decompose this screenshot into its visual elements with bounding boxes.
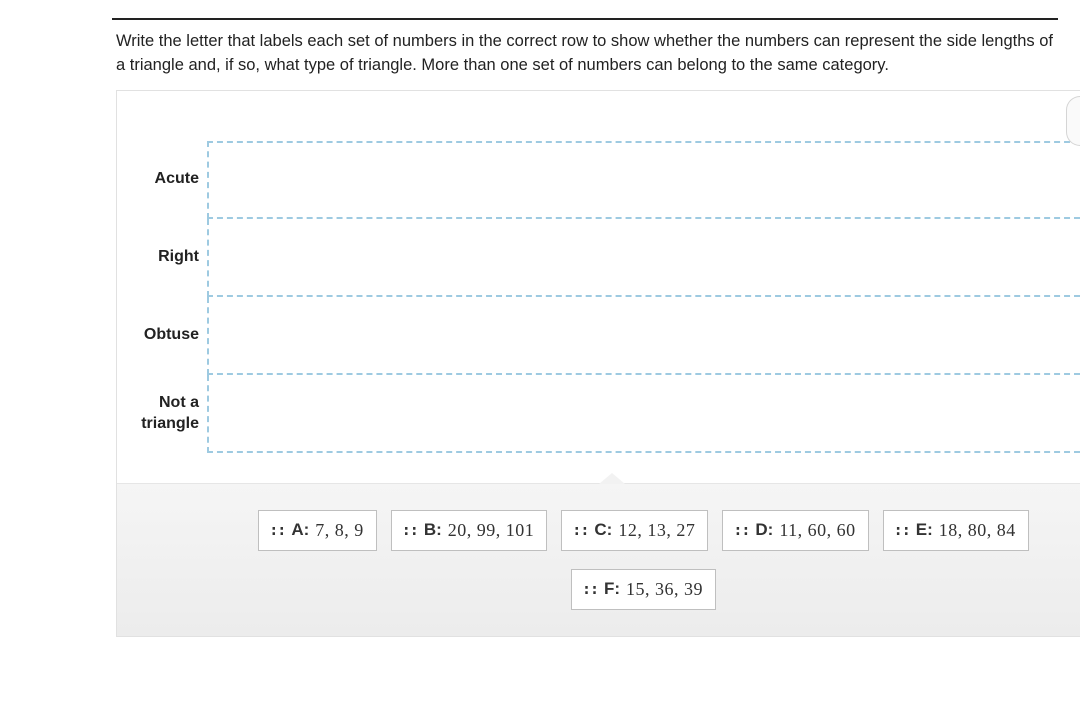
row-right: Right xyxy=(117,219,1080,297)
row-label-not-triangle-l1: Not a xyxy=(159,394,199,411)
chip-f[interactable]: :: F: 15, 36, 39 xyxy=(571,569,716,610)
chip-e[interactable]: :: E: 18, 80, 84 xyxy=(883,510,1029,551)
chip-letter: C: xyxy=(594,520,612,540)
row-label-obtuse: Obtuse xyxy=(117,297,207,375)
drag-handle-icon: :: xyxy=(733,521,749,539)
dropzone-right[interactable] xyxy=(207,219,1080,297)
drag-handle-icon: :: xyxy=(582,580,598,598)
chip-tray: :: A: 7, 8, 9 :: B: 20, 99, 101 :: C: 12… xyxy=(117,483,1080,636)
chip-c[interactable]: :: C: 12, 13, 27 xyxy=(561,510,708,551)
chip-letter: E: xyxy=(916,520,933,540)
chip-numbers: 20, 99, 101 xyxy=(448,520,535,541)
chip-numbers: 12, 13, 27 xyxy=(618,520,695,541)
chip-letter: A: xyxy=(291,520,309,540)
drag-handle-icon: :: xyxy=(402,521,418,539)
activity-panel: Acute Right Obtuse Not a triangle xyxy=(116,90,1080,637)
drag-handle-icon: :: xyxy=(894,521,910,539)
chip-b[interactable]: :: B: 20, 99, 101 xyxy=(391,510,548,551)
question-prompt: Write the letter that labels each set of… xyxy=(116,30,1055,78)
drag-handle-icon: :: xyxy=(269,521,285,539)
dropzone-obtuse[interactable] xyxy=(207,297,1080,375)
category-rows: Acute Right Obtuse Not a triangle xyxy=(117,91,1080,483)
chip-numbers: 18, 80, 84 xyxy=(939,520,1016,541)
chip-numbers: 7, 8, 9 xyxy=(315,520,364,541)
side-tab-handle[interactable] xyxy=(1066,96,1080,146)
chip-letter: D: xyxy=(755,520,773,540)
chip-numbers: 11, 60, 60 xyxy=(779,520,855,541)
row-label-right: Right xyxy=(117,219,207,297)
divider xyxy=(112,18,1058,20)
row-not-triangle: Not a triangle xyxy=(117,375,1080,453)
drag-handle-icon: :: xyxy=(572,521,588,539)
page-root: Write the letter that labels each set of… xyxy=(0,0,1080,725)
dropzone-not-triangle[interactable] xyxy=(207,375,1080,453)
chip-letter: F: xyxy=(604,579,620,599)
chip-row: :: A: 7, 8, 9 :: B: 20, 99, 101 :: C: 12… xyxy=(217,510,1070,610)
chip-numbers: 15, 36, 39 xyxy=(626,579,703,600)
row-acute: Acute xyxy=(117,141,1080,219)
row-label-acute: Acute xyxy=(117,141,207,219)
row-label-not-triangle: Not a triangle xyxy=(117,375,207,453)
row-label-not-triangle-l2: triangle xyxy=(141,415,199,432)
chip-letter: B: xyxy=(424,520,442,540)
row-obtuse: Obtuse xyxy=(117,297,1080,375)
chip-d[interactable]: :: D: 11, 60, 60 xyxy=(722,510,868,551)
dropzone-acute[interactable] xyxy=(207,141,1080,219)
chip-a[interactable]: :: A: 7, 8, 9 xyxy=(258,510,377,551)
